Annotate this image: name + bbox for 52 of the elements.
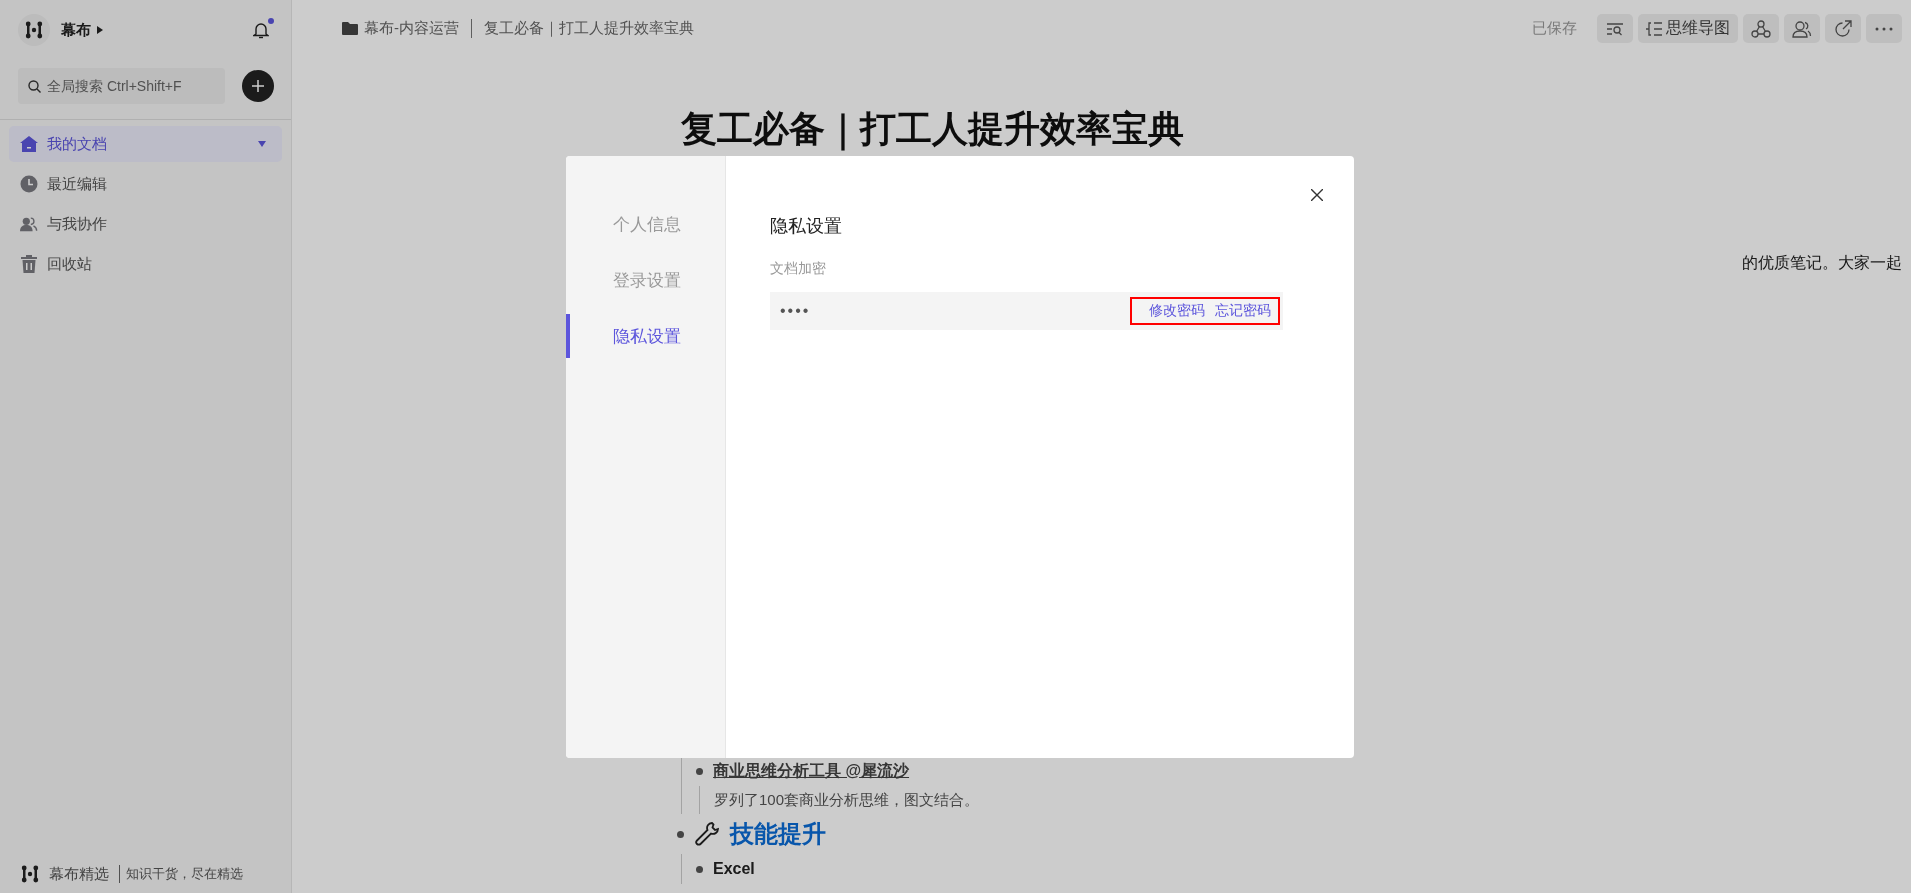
password-mask: ••••: [780, 302, 811, 320]
settings-tab[interactable]: 隐私设置: [566, 314, 725, 358]
app-logo[interactable]: [18, 14, 50, 46]
item-note: 罗列了100套商业分析思维，图文结合。: [699, 786, 1911, 814]
nodes-icon: [1751, 19, 1771, 38]
bullet-icon[interactable]: [696, 865, 703, 873]
search-field[interactable]: 全局搜索 Ctrl+Shift+F: [18, 68, 225, 104]
home-icon: [20, 136, 38, 152]
more-icon: [1875, 26, 1893, 31]
mindmap-button[interactable]: 思维导图: [1638, 14, 1738, 43]
document-title: 复工必备｜打工人提升效率宝典: [681, 107, 1185, 151]
plus-icon: [252, 80, 264, 92]
close-icon: [1311, 189, 1323, 201]
bullet-icon[interactable]: [677, 830, 684, 838]
clock-icon: [20, 175, 38, 193]
folder-icon: [342, 22, 358, 35]
workspace-name[interactable]: 幕布: [61, 20, 91, 40]
password-field[interactable]: •••• 修改密码 忘记密码: [770, 292, 1283, 330]
wrench-icon: [694, 821, 720, 847]
outline-item: Excel: [713, 859, 755, 879]
section-heading: 技能提升: [730, 819, 826, 849]
bell-icon[interactable]: [253, 21, 269, 39]
save-status: 已保存: [1532, 19, 1577, 38]
graph-button[interactable]: [1743, 14, 1779, 43]
new-document-button[interactable]: [242, 70, 274, 102]
export-icon: [1834, 19, 1852, 38]
breadcrumb-link[interactable]: 幕布-内容运营: [364, 19, 459, 38]
people-icon: [20, 215, 38, 233]
caret-icon[interactable]: [97, 26, 103, 34]
bullet-icon[interactable]: [696, 767, 703, 775]
featured-title[interactable]: 幕布精选: [49, 864, 109, 884]
mindmap-icon: [1646, 20, 1662, 37]
share-button[interactable]: [1825, 14, 1861, 43]
outline-link[interactable]: 商业思维分析工具 @犀流沙: [713, 756, 910, 786]
section-title: 隐私设置: [770, 216, 843, 236]
sidebar-item[interactable]: 回收站: [9, 246, 282, 282]
password-link[interactable]: 忘记密码: [1215, 302, 1271, 320]
list-search-icon: [1606, 21, 1624, 36]
sidebar-item[interactable]: 最近编辑: [9, 166, 282, 202]
password-link[interactable]: 修改密码: [1149, 302, 1205, 320]
breadcrumb-current: 复工必备｜打工人提升效率宝典: [471, 19, 694, 38]
field-label: 文档加密: [770, 259, 827, 277]
sidebar-item[interactable]: 我的文档: [9, 126, 282, 162]
outline-search-button[interactable]: [1597, 14, 1633, 43]
logo-icon: [25, 21, 43, 39]
trash-icon: [20, 255, 38, 273]
sidebar-item[interactable]: 与我协作: [9, 206, 282, 242]
logo-icon: [21, 865, 39, 883]
paragraph-text: 的优质笔记。大家一起: [1742, 253, 1903, 273]
people-icon: [1792, 19, 1812, 38]
collaborate-button[interactable]: [1784, 14, 1820, 43]
featured-tagline: 知识干货，尽在精选: [119, 865, 243, 883]
